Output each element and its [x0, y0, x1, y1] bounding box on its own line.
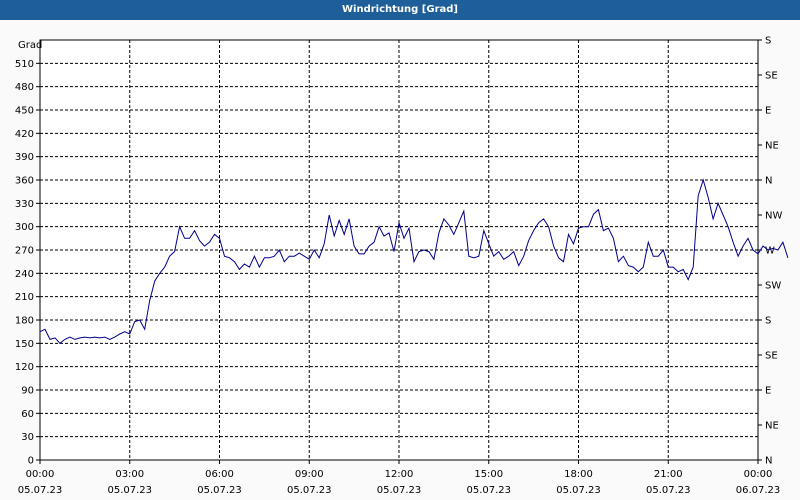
- y2-tick-label: NE: [765, 141, 779, 152]
- y-tick-label: 0: [28, 456, 34, 467]
- x-tick-label-time: 03:00: [115, 469, 144, 480]
- y-tick-label: 330: [15, 199, 34, 210]
- y2-tick-label: NE: [765, 421, 779, 432]
- x-tick-label-date: 05.07.23: [197, 485, 242, 496]
- x-axis: 00:00 05.07.23 03:00 05.07.23 06:00 05.07.23 0…: [18, 460, 781, 496]
- y-tick-label: 210: [15, 292, 34, 303]
- y2-tick-label: N: [765, 456, 772, 467]
- y-axis-left: 0 30 60 90 120 150 180 210 240 270 300 330 360 390 420…: [15, 59, 40, 467]
- x-tick-label-date: 06.07.23: [736, 485, 781, 496]
- y-tick-label: 60: [21, 409, 34, 420]
- y2-tick-label: W: [765, 246, 775, 257]
- x-tick-label-time: 15:00: [474, 469, 503, 480]
- y2-tick-label: S: [765, 316, 771, 327]
- y2-tick-label: S: [765, 36, 771, 47]
- y-tick-label: 150: [15, 339, 34, 350]
- y-tick-label: 420: [15, 129, 34, 140]
- y2-tick-label: SE: [765, 351, 778, 362]
- x-tick-label-time: 18:00: [564, 469, 593, 480]
- x-tick-label-time: 00:00: [26, 469, 55, 480]
- y-tick-label: 30: [21, 432, 34, 443]
- y2-tick-label: NW: [765, 211, 782, 222]
- x-tick-label-date: 05.07.23: [556, 485, 601, 496]
- x-tick-label-date: 05.07.23: [18, 485, 63, 496]
- x-tick-label-time: 06:00: [205, 469, 234, 480]
- x-tick-label-time: 21:00: [654, 469, 683, 480]
- x-tick-label-time: 12:00: [385, 469, 414, 480]
- x-tick-label-date: 05.07.23: [466, 485, 511, 496]
- y-tick-label: 180: [15, 316, 34, 327]
- x-tick-label-date: 05.07.23: [107, 485, 152, 496]
- x-tick-label-date: 05.07.23: [646, 485, 691, 496]
- y-axis-right: N NE E SE S SW W NW N NE E SE S: [758, 36, 782, 467]
- x-tick-label-date: 05.07.23: [377, 485, 422, 496]
- x-tick-label-time: 00:00: [744, 469, 773, 480]
- y2-tick-label: N: [765, 176, 772, 187]
- x-tick-label-time: 09:00: [295, 469, 324, 480]
- y2-tick-label: SW: [765, 281, 781, 292]
- y2-tick-label: SE: [765, 71, 778, 82]
- y-tick-label: 270: [15, 246, 34, 257]
- y-tick-label: 510: [15, 59, 34, 70]
- y-tick-label: 450: [15, 106, 34, 117]
- y-tick-label: 480: [15, 82, 34, 93]
- wind-direction-chart: 0 30 60 90 120 150 180 210 240 270 300 330 360 390 420…: [15, 36, 789, 496]
- y-axis-label: Grad: [18, 40, 42, 51]
- y-tick-label: 300: [15, 222, 34, 233]
- y-tick-label: 120: [15, 362, 34, 373]
- y-tick-label: 360: [15, 176, 34, 187]
- y2-tick-label: E: [765, 106, 771, 117]
- x-tick-label-date: 05.07.23: [287, 485, 332, 496]
- y-tick-label: 240: [15, 269, 34, 280]
- y2-tick-label: E: [765, 386, 771, 397]
- y-tick-label: 90: [21, 386, 34, 397]
- y-tick-label: 390: [15, 152, 34, 163]
